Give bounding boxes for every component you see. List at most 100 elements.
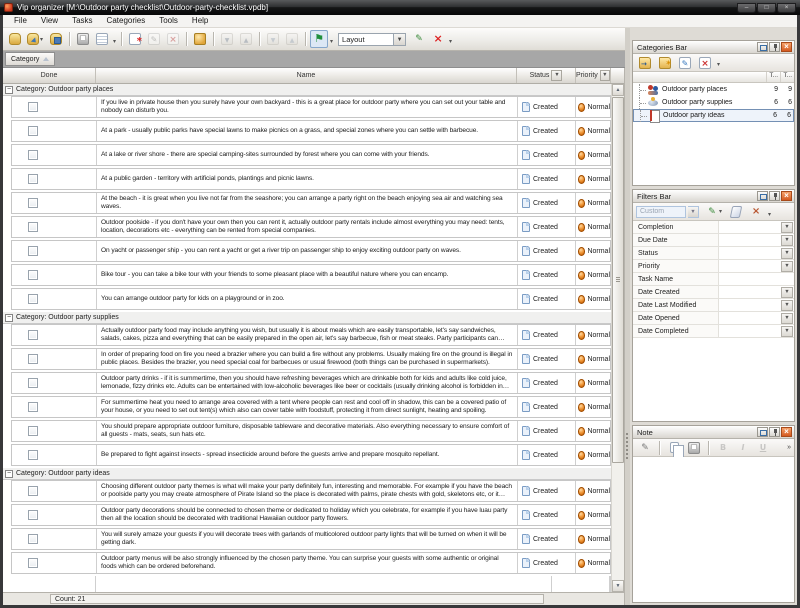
task-row[interactable]: Outdoor party drinks - if it is summerti… <box>11 372 611 394</box>
scrollbar-thumb[interactable] <box>612 97 624 463</box>
category-group-row[interactable]: −Category: Outdoor party ideas <box>3 468 611 480</box>
vertical-scrollbar[interactable]: ▲ ▼ <box>611 84 624 592</box>
panel-pin-icon[interactable] <box>769 191 780 201</box>
close-button[interactable]: × <box>777 3 796 13</box>
task-row[interactable]: On yacht or passenger ship - you can ren… <box>11 240 611 262</box>
filter-value-due-date[interactable] <box>719 234 781 246</box>
print-button[interactable] <box>74 30 92 48</box>
task-row[interactable]: Outdoor party menus will be also strongl… <box>11 552 611 574</box>
filter-value-date-created[interactable] <box>719 286 781 298</box>
note-content[interactable] <box>633 457 794 602</box>
priority-filter-dropdown-icon[interactable]: ▼ <box>600 70 610 81</box>
toolbar-overflow-icon[interactable]: ▾ <box>716 61 721 71</box>
done-checkbox[interactable] <box>28 270 38 280</box>
done-checkbox[interactable] <box>28 402 38 412</box>
filter-value-task-name[interactable] <box>719 273 794 285</box>
collapse-icon[interactable]: − <box>5 86 13 94</box>
done-checkbox[interactable] <box>28 150 38 160</box>
delete-category-button[interactable] <box>696 54 714 72</box>
task-row[interactable]: At a lake or river shore - there are spe… <box>11 144 611 166</box>
filter-dropdown-icon[interactable]: ▼ <box>781 326 793 337</box>
menu-tasks[interactable]: Tasks <box>65 15 99 27</box>
panel-close-icon[interactable] <box>781 427 792 437</box>
done-checkbox[interactable] <box>28 426 38 436</box>
layout-combobox[interactable]: Layout ▼ <box>338 33 406 46</box>
notes-flag-button[interactable] <box>310 30 328 48</box>
edit-filter-button[interactable]: ▾ <box>704 203 725 221</box>
filter-value-date-last-modified[interactable] <box>719 299 781 311</box>
open-database-button[interactable]: ▾ <box>25 30 46 48</box>
save-database-button[interactable] <box>47 30 65 48</box>
collapse-icon[interactable]: − <box>5 470 13 478</box>
task-row[interactable]: At a park - usually public parks have sp… <box>11 120 611 142</box>
filter-preset-combobox[interactable]: Custom <box>636 206 686 218</box>
filter-value-priority[interactable] <box>719 260 781 272</box>
task-row[interactable]: At a public garden - territory with arti… <box>11 168 611 190</box>
filter-value-date-opened[interactable] <box>719 312 781 324</box>
layout-combobox-dropdown-icon[interactable]: ▼ <box>394 33 406 46</box>
done-checkbox[interactable] <box>28 174 38 184</box>
category-group-row[interactable]: −Category: Outdoor party places <box>3 84 611 96</box>
done-checkbox[interactable] <box>28 222 38 232</box>
task-row[interactable]: For summertime heat you need to arrange … <box>11 396 611 418</box>
task-row[interactable]: Bike tour - you can take a bike tour wit… <box>11 264 611 286</box>
column-header-done[interactable]: Done <box>3 68 96 83</box>
add-subcategory-button[interactable] <box>656 54 674 72</box>
new-database-button[interactable] <box>6 30 24 48</box>
panel-pin-icon[interactable] <box>769 427 780 437</box>
filter-dropdown-icon[interactable]: ▼ <box>781 300 793 311</box>
filter-dropdown-icon[interactable]: ▼ <box>781 313 793 324</box>
toolbar-overflow-icon[interactable]: ▾ <box>767 211 772 221</box>
delete-layout-button[interactable] <box>429 30 447 48</box>
done-checkbox[interactable] <box>28 126 38 136</box>
collapse-icon[interactable]: − <box>5 314 13 322</box>
task-row[interactable]: In order of preparing food on fire you n… <box>11 348 611 370</box>
dropdown-arrow-icon[interactable]: ▾ <box>718 208 723 215</box>
minimize-button[interactable]: – <box>737 3 756 13</box>
category-item[interactable]: Outdoor party ideas66 <box>633 109 794 122</box>
menu-help[interactable]: Help <box>185 15 215 27</box>
task-row[interactable]: Be prepared to fight against insects - s… <box>11 444 611 466</box>
menu-file[interactable]: File <box>7 15 34 27</box>
toolbar-overflow-chevron-icon[interactable]: » <box>787 444 791 452</box>
done-checkbox[interactable] <box>28 486 38 496</box>
panel-restore-icon[interactable] <box>757 427 768 437</box>
complete-task-button[interactable] <box>191 30 209 48</box>
category-item[interactable]: Outdoor party places99 <box>633 83 794 96</box>
toolbar-overflow-icon[interactable]: ▾ <box>112 38 117 48</box>
menu-categories[interactable]: Categories <box>100 15 153 27</box>
edit-note-button[interactable] <box>636 439 654 457</box>
done-checkbox[interactable] <box>28 294 38 304</box>
vertical-splitter[interactable] <box>625 28 630 605</box>
panel-close-icon[interactable] <box>781 42 792 52</box>
panel-close-icon[interactable] <box>781 191 792 201</box>
add-category-button[interactable] <box>636 54 654 72</box>
category-item[interactable]: Outdoor party supplies66 <box>633 96 794 109</box>
menu-view[interactable]: View <box>34 15 65 27</box>
customize-layout-button[interactable] <box>410 30 428 48</box>
print-note-button[interactable] <box>685 439 703 457</box>
task-row[interactable]: At the beach - it is great when you live… <box>11 192 611 214</box>
done-checkbox[interactable] <box>28 198 38 208</box>
menu-tools[interactable]: Tools <box>152 15 185 27</box>
filter-preset-dropdown-icon[interactable]: ▼ <box>688 206 699 218</box>
filter-dropdown-icon[interactable]: ▼ <box>781 261 793 272</box>
scroll-up-icon[interactable]: ▲ <box>612 84 624 96</box>
layout-combobox-value[interactable]: Layout <box>338 33 394 46</box>
toolbar-overflow-icon[interactable]: ▾ <box>448 38 453 48</box>
print-preview-button[interactable] <box>93 30 111 48</box>
filter-dropdown-icon[interactable]: ▼ <box>781 287 793 298</box>
task-row[interactable]: Actually outdoor party food may include … <box>11 324 611 346</box>
column-header-priority[interactable]: Priority ▼ <box>576 68 611 83</box>
copy-note-button[interactable] <box>665 439 683 457</box>
panel-restore-icon[interactable] <box>757 191 768 201</box>
erase-filter-button[interactable] <box>727 203 745 221</box>
maximize-button[interactable]: □ <box>757 3 776 13</box>
task-row[interactable]: If you live in private house then you su… <box>11 96 611 118</box>
done-checkbox[interactable] <box>28 510 38 520</box>
done-checkbox[interactable] <box>28 102 38 112</box>
category-group-row[interactable]: −Category: Outdoor party supplies <box>3 312 611 324</box>
delete-filter-button[interactable] <box>747 203 765 221</box>
filter-dropdown-icon[interactable]: ▼ <box>781 222 793 233</box>
panel-restore-icon[interactable] <box>757 42 768 52</box>
